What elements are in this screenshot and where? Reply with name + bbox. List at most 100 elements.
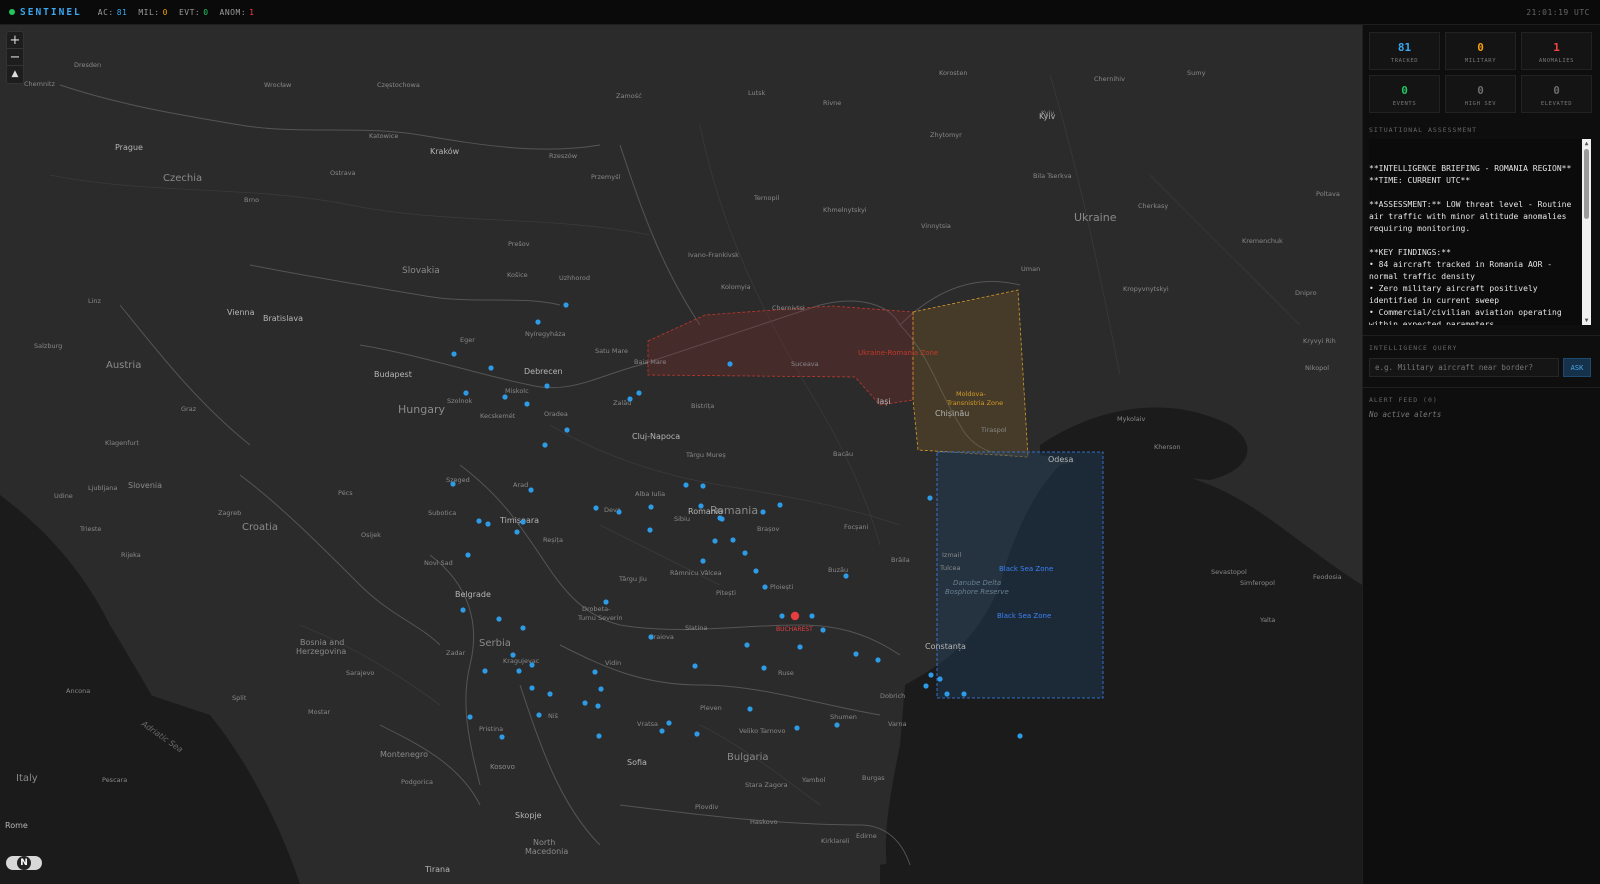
svg-text:Kolomyia: Kolomyia [721, 283, 751, 291]
svg-text:Kyiv: Kyiv [1041, 109, 1054, 117]
no-alerts-text: No active alerts [1369, 410, 1442, 419]
svg-text:Macedonia: Macedonia [525, 847, 568, 856]
svg-text:Pécs: Pécs [338, 489, 353, 497]
card-events: 0 EVENTS [1369, 75, 1440, 113]
svg-text:Satu Mare: Satu Mare [595, 347, 628, 355]
svg-text:Haskovo: Haskovo [750, 818, 778, 826]
svg-text:Turnu Severin: Turnu Severin [577, 614, 623, 622]
svg-text:Khmelnytskyi: Khmelnytskyi [823, 206, 867, 214]
svg-text:Varna: Varna [888, 720, 907, 728]
svg-text:North: North [533, 838, 555, 847]
scroll-up-icon[interactable]: ▲ [1582, 139, 1591, 148]
svg-text:Zhytomyr: Zhytomyr [930, 131, 962, 139]
svg-text:Szolnok: Szolnok [447, 397, 472, 405]
svg-text:Austria: Austria [106, 360, 141, 371]
zone-moldova-transnistria[interactable] [912, 289, 1029, 458]
svg-text:Montenegro: Montenegro [380, 750, 428, 759]
svg-text:Shumen: Shumen [830, 713, 857, 721]
svg-text:Uzhhorod: Uzhhorod [559, 274, 590, 282]
svg-text:Rome: Rome [5, 821, 28, 830]
svg-text:Vratsa: Vratsa [637, 720, 658, 728]
svg-text:Korosten: Korosten [939, 69, 967, 77]
zone-label-moldova: Moldova- [956, 390, 986, 398]
svg-text:Brno: Brno [244, 196, 259, 204]
svg-text:Skopje: Skopje [515, 811, 542, 820]
divider [1363, 335, 1600, 336]
zone-label-black-sea-1: Black Sea Zone [999, 565, 1053, 573]
zone-label-black-sea-2: Black Sea Zone [997, 612, 1051, 620]
svg-text:Drobeta-: Drobeta- [582, 605, 611, 613]
svg-text:Pescara: Pescara [102, 776, 127, 784]
svg-text:Bila Tserkva: Bila Tserkva [1033, 172, 1072, 180]
svg-text:Edirne: Edirne [856, 832, 877, 840]
svg-text:Tulcea: Tulcea [939, 564, 960, 572]
svg-text:Slovakia: Slovakia [402, 266, 440, 276]
svg-text:Częstochowa: Częstochowa [377, 81, 420, 89]
query-heading: INTELLIGENCE QUERY [1369, 344, 1458, 352]
scroll-thumb[interactable] [1584, 149, 1589, 219]
map-canvas[interactable]: Ukraine-Romania Zone Moldova- Transnistr… [0, 25, 1362, 884]
svg-text:Subotica: Subotica [428, 509, 456, 517]
reset-bearing-button[interactable]: ▲ [7, 66, 23, 83]
svg-text:Stara Zagora: Stara Zagora [745, 781, 788, 789]
card-high-sev: 0 HIGH SEV [1445, 75, 1516, 113]
svg-text:Serbia: Serbia [479, 638, 511, 649]
svg-text:Iași: Iași [877, 397, 891, 407]
svg-text:Sevastopol: Sevastopol [1211, 568, 1247, 576]
svg-text:Trieste: Trieste [79, 525, 101, 533]
svg-text:Linz: Linz [88, 297, 102, 305]
svg-text:Lutsk: Lutsk [748, 89, 766, 97]
svg-text:Osijek: Osijek [361, 531, 381, 539]
svg-text:Zagreb: Zagreb [218, 509, 241, 517]
svg-text:Ploiești: Ploiești [770, 583, 793, 591]
svg-text:Bratislava: Bratislava [263, 314, 303, 323]
svg-text:Kirklareli: Kirklareli [821, 837, 850, 845]
map-view[interactable]: Ukraine-Romania Zone Moldova- Transnistr… [0, 25, 1362, 884]
svg-text:Katowice: Katowice [369, 132, 398, 140]
svg-text:Ukraine: Ukraine [1074, 211, 1117, 224]
card-military: 0 MILITARY [1445, 32, 1516, 70]
svg-text:Zamość: Zamość [616, 92, 642, 100]
briefing-scrollbar[interactable]: ▲ ▼ [1582, 139, 1591, 325]
svg-text:Târgu Mureș: Târgu Mureș [685, 451, 726, 459]
svg-text:Plovdiv: Plovdiv [695, 803, 718, 811]
svg-text:Szeged: Szeged [446, 476, 470, 484]
svg-text:Salzburg: Salzburg [34, 342, 62, 350]
briefing-text-panel[interactable]: **INTELLIGENCE BRIEFING - ROMANIA REGION… [1369, 139, 1591, 325]
svg-text:Udine: Udine [54, 492, 73, 500]
svg-text:Herzegovina: Herzegovina [296, 647, 346, 656]
scroll-down-icon[interactable]: ▼ [1582, 316, 1591, 325]
svg-text:Niš: Niš [548, 712, 559, 720]
divider [1363, 387, 1600, 388]
svg-text:Kraków: Kraków [430, 146, 460, 156]
ask-button[interactable]: ASK [1563, 358, 1591, 377]
utc-clock: 21:01:19 UTC [1526, 8, 1590, 17]
svg-text:Eger: Eger [460, 336, 475, 344]
svg-text:Baia Mare: Baia Mare [634, 358, 666, 366]
svg-text:Slovenia: Slovenia [128, 481, 162, 490]
svg-text:Italy: Italy [16, 773, 38, 784]
svg-text:Prague: Prague [115, 143, 143, 152]
map-logo[interactable]: N [6, 856, 42, 870]
svg-text:Bacău: Bacău [833, 450, 853, 458]
app-title: SENTINEL [20, 6, 82, 18]
svg-text:Alba Iulia: Alba Iulia [635, 490, 665, 498]
zone-label-transnistria: Transnistria Zone [946, 399, 1003, 407]
svg-text:Poltava: Poltava [1316, 190, 1340, 198]
stat-military: MIL: 0 [138, 7, 168, 17]
svg-text:Yambol: Yambol [801, 776, 825, 784]
stat-aircraft: AC: 81 [97, 7, 128, 17]
svg-text:Izmail: Izmail [942, 551, 961, 559]
query-input[interactable] [1369, 358, 1559, 377]
svg-text:Sumy: Sumy [1187, 69, 1206, 77]
svg-text:Budapest: Budapest [374, 370, 412, 379]
zone-black-sea[interactable] [936, 451, 1104, 699]
zoom-in-button[interactable]: + [7, 32, 23, 49]
svg-text:Constanța: Constanța [925, 642, 966, 652]
svg-text:Hungary: Hungary [398, 403, 445, 416]
svg-text:Tiraspol: Tiraspol [980, 426, 1007, 434]
stat-events: EVT: 0 [178, 7, 209, 17]
logo-icon: N [17, 856, 31, 870]
svg-text:Wrocław: Wrocław [264, 81, 292, 89]
zoom-out-button[interactable]: − [7, 49, 23, 66]
